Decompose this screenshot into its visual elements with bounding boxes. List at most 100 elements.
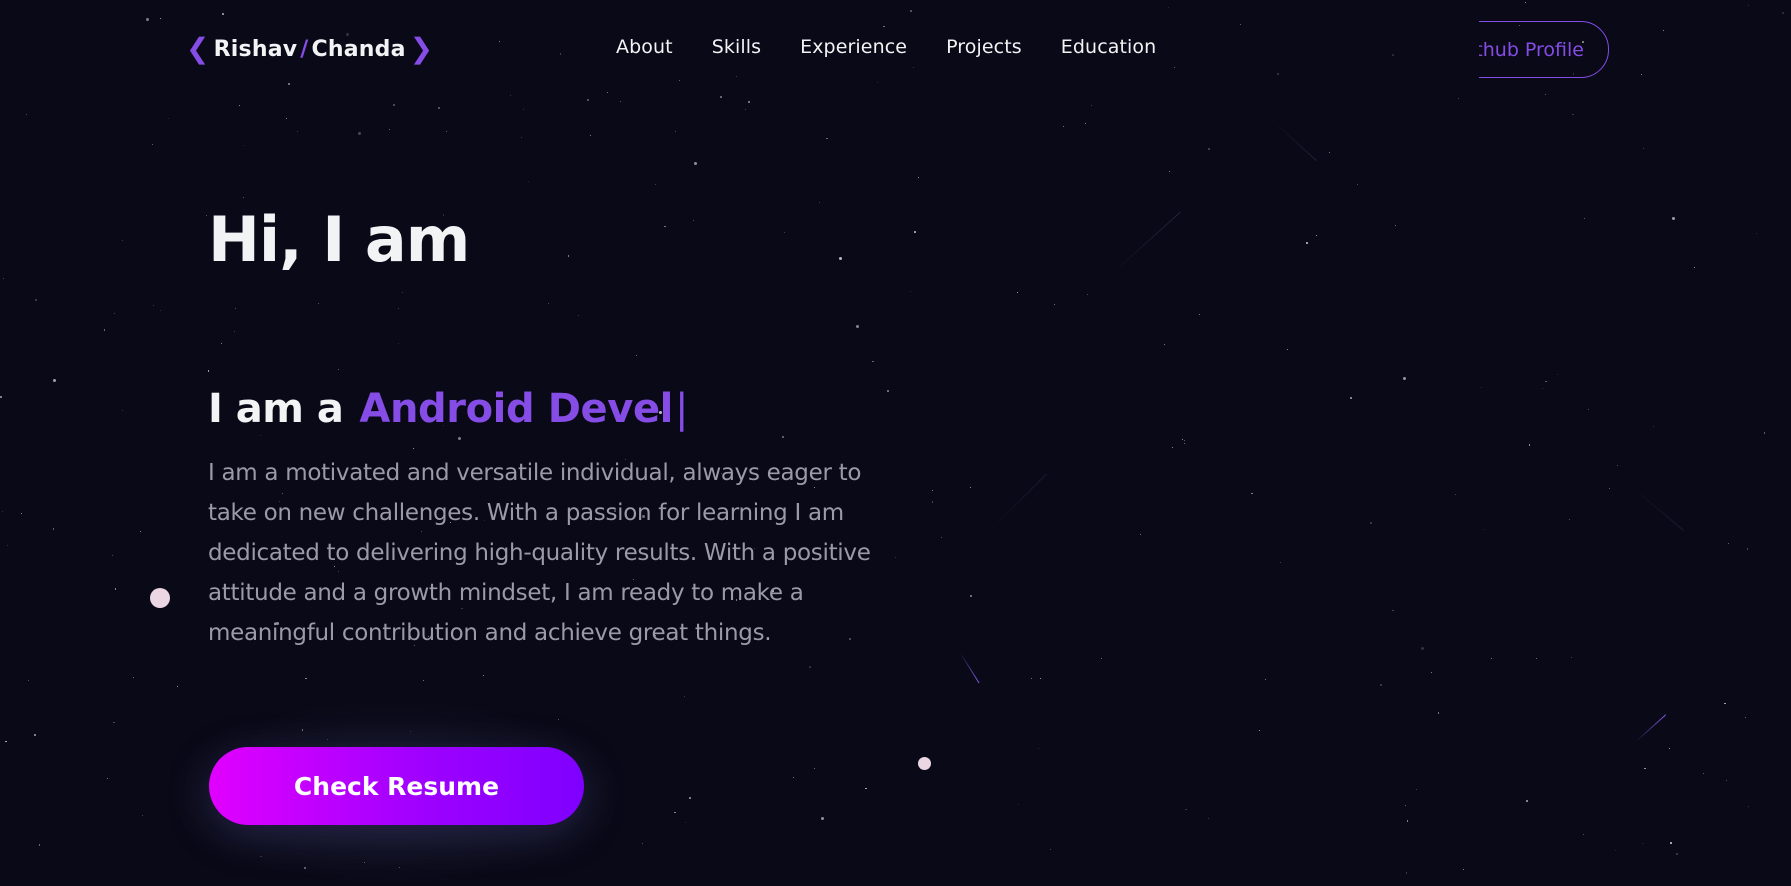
- star: [221, 343, 223, 345]
- logo[interactable]: ❮ Rishav / Chanda ❯: [186, 34, 433, 64]
- star: [1185, 808, 1187, 811]
- star: [103, 329, 106, 331]
- star: [865, 787, 867, 790]
- star: [1259, 729, 1261, 731]
- star: [694, 161, 698, 165]
- star: [1724, 702, 1726, 705]
- star: [1, 511, 3, 513]
- star: [1671, 217, 1675, 221]
- star: [587, 99, 590, 101]
- star: [445, 130, 447, 132]
- star: [1587, 409, 1589, 411]
- nav-link-skills[interactable]: Skills: [712, 36, 761, 58]
- star: [1050, 848, 1052, 850]
- navbar: ❮ Rishav / Chanda ❯ About Skills Experie…: [0, 0, 1791, 98]
- star: [1251, 492, 1253, 495]
- star: [1090, 104, 1092, 106]
- star: [792, 776, 794, 778]
- star: [941, 536, 943, 538]
- star: [567, 255, 570, 257]
- star: [34, 299, 37, 301]
- star: [745, 108, 747, 110]
- star: [577, 314, 580, 317]
- star: [872, 360, 875, 363]
- star: [527, 180, 530, 183]
- star: [437, 107, 440, 109]
- star: [1727, 543, 1729, 545]
- star: [28, 679, 30, 681]
- check-resume-button[interactable]: Check Resume: [209, 747, 584, 825]
- star: [1483, 528, 1484, 530]
- star: [970, 595, 972, 597]
- star: [1208, 148, 1210, 150]
- star: [26, 114, 28, 116]
- star: [1394, 224, 1397, 227]
- star: [684, 695, 686, 697]
- star: [285, 117, 287, 119]
- star: [839, 257, 843, 261]
- star: [1462, 868, 1464, 870]
- star: [1084, 122, 1086, 124]
- nav-link-projects[interactable]: Projects: [946, 36, 1022, 58]
- star: [1437, 712, 1440, 715]
- hero-greeting: Hi, I am: [208, 203, 470, 276]
- star: [655, 184, 656, 186]
- nav-link-experience[interactable]: Experience: [800, 36, 907, 58]
- star: [1694, 267, 1696, 269]
- nav-link-education[interactable]: Education: [1061, 36, 1157, 58]
- star: [1526, 800, 1528, 802]
- star: [206, 214, 208, 216]
- star: [1557, 373, 1559, 375]
- star: [784, 232, 786, 234]
- star: [1415, 788, 1418, 791]
- star: [398, 308, 400, 310]
- star: [358, 131, 362, 135]
- star: [1748, 805, 1750, 807]
- star: [1669, 748, 1671, 750]
- hero-bio: I am a motivated and versatile individua…: [208, 460, 871, 646]
- star: [782, 436, 784, 438]
- planet-dot: [918, 757, 931, 770]
- star: [412, 448, 414, 450]
- star: [692, 219, 695, 222]
- star: [1535, 657, 1537, 659]
- shooting-star: [989, 473, 1047, 531]
- star: [1405, 872, 1408, 874]
- github-profile-button[interactable]: Github Profile: [1479, 21, 1609, 78]
- star: [620, 100, 622, 102]
- star: [243, 144, 245, 146]
- nav-links: About Skills Experience Projects Educati…: [616, 36, 1156, 58]
- logo-last-name: Chanda: [311, 36, 406, 62]
- star: [675, 130, 677, 132]
- star: [151, 143, 153, 145]
- star: [1030, 677, 1033, 680]
- star: [239, 105, 241, 107]
- star: [1208, 817, 1210, 819]
- star: [393, 104, 395, 106]
- star: [1139, 533, 1142, 536]
- logo-slash: /: [300, 36, 309, 62]
- star: [1615, 849, 1617, 851]
- planet-dot: [150, 588, 170, 608]
- nav-link-about[interactable]: About: [616, 36, 673, 58]
- star: [112, 721, 115, 724]
- star: [1702, 773, 1704, 775]
- star: [814, 767, 816, 769]
- star: [1669, 842, 1672, 844]
- star: [482, 674, 485, 677]
- role-line: I am a Android Devel |: [208, 386, 688, 432]
- star: [1430, 671, 1432, 673]
- star: [34, 734, 36, 737]
- star: [259, 434, 261, 436]
- star: [825, 137, 828, 140]
- star: [1164, 344, 1166, 346]
- star: [159, 310, 161, 312]
- star: [1763, 431, 1766, 434]
- star: [398, 343, 400, 345]
- star: [3, 277, 5, 279]
- star: [1199, 314, 1201, 316]
- star: [1181, 438, 1183, 440]
- star: [1643, 147, 1645, 149]
- star: [114, 312, 116, 314]
- star: [1644, 767, 1646, 770]
